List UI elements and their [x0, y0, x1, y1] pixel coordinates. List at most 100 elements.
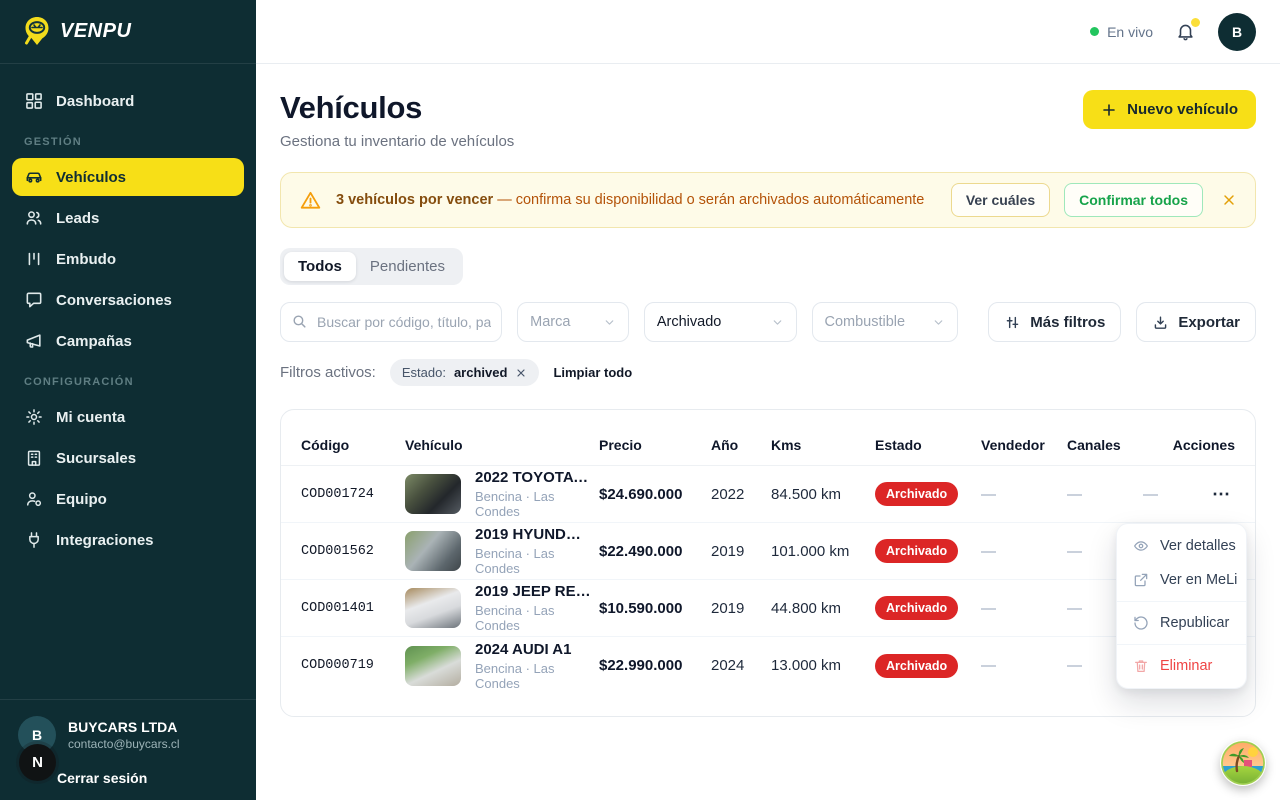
funnel-bars-icon	[24, 249, 44, 269]
col-vendedor: Vendedor	[981, 437, 1059, 453]
vehicle-seller: —	[981, 657, 1059, 674]
brand-select-value: Marca	[530, 314, 570, 330]
sidebar-item-campanas[interactable]: Campañas	[12, 322, 244, 360]
sidebar-item-label: Dashboard	[56, 93, 134, 110]
remove-chip-button[interactable]	[515, 367, 527, 379]
sidebar-item-label: Vehículos	[56, 169, 126, 186]
row-actions-menu: Ver detalles Ver en MeLi Republicar	[1116, 523, 1247, 689]
sidebar-item-vehiculos[interactable]: Vehículos	[12, 158, 244, 196]
status-badge: Archivado	[875, 482, 958, 506]
vehicle-kms: 44.800 km	[771, 600, 867, 617]
sidebar-item-sucursales[interactable]: Sucursales	[12, 439, 244, 477]
vehicle-title: 2019 HYUNDAI SANTA FE 4X…	[475, 526, 591, 543]
venpu-pin-icon	[22, 15, 52, 49]
col-precio: Precio	[599, 437, 703, 453]
search-box	[280, 302, 502, 342]
table-row[interactable]: COD000719 2024 AUDI A1 Bencina · Las Con…	[281, 637, 1255, 694]
status-badge: Archivado	[875, 596, 958, 620]
alert-close-button[interactable]	[1217, 188, 1241, 212]
live-label: En vivo	[1107, 24, 1153, 40]
download-icon	[1152, 314, 1169, 331]
sidebar-item-integraciones[interactable]: Integraciones	[12, 521, 244, 559]
alert-title: 3 vehículos por vencer	[336, 192, 493, 208]
menu-item-eliminar[interactable]: Eliminar	[1117, 649, 1246, 683]
vehicle-thumbnail	[405, 646, 461, 686]
vehicle-year: 2019	[711, 600, 763, 617]
sidebar-item-mi-cuenta[interactable]: Mi cuenta	[12, 398, 244, 436]
col-acciones: Acciones	[1143, 437, 1235, 453]
new-vehicle-label: Nuevo vehículo	[1127, 101, 1238, 118]
live-status: En vivo	[1090, 24, 1153, 40]
chevron-down-icon	[932, 316, 945, 329]
vehicle-meta: Bencina · Las Condes	[475, 489, 591, 519]
vehicle-thumbnail	[405, 531, 461, 571]
vehicle-channels: —	[1067, 486, 1135, 503]
vehicle-thumbnail	[405, 474, 461, 514]
menu-item-republicar[interactable]: Republicar	[1117, 606, 1246, 640]
building-icon	[24, 448, 44, 468]
menu-item-label: Eliminar	[1160, 658, 1212, 674]
sidebar-section-configuracion: CONFIGURACIÓN	[24, 376, 232, 388]
fuel-select[interactable]: Combustible	[812, 302, 959, 342]
warning-triangle-icon	[299, 189, 322, 212]
sidebar-item-dashboard[interactable]: Dashboard	[12, 82, 244, 120]
user-avatar[interactable]: B	[1218, 13, 1256, 51]
tab-pendientes[interactable]: Pendientes	[356, 252, 459, 281]
notification-badge	[1191, 18, 1200, 27]
table-row[interactable]: COD001401 2019 JEEP RENEGADE SPOR… Benci…	[281, 580, 1255, 637]
chevron-down-icon	[771, 316, 784, 329]
account-name: BUYCARS LTDA	[68, 719, 180, 735]
menu-item-ver-detalles[interactable]: Ver detalles	[1117, 529, 1246, 563]
beach-widget-button[interactable]	[1220, 740, 1266, 786]
sidebar-section-gestion: GESTIÓN	[24, 136, 232, 148]
new-vehicle-button[interactable]: Nuevo vehículo	[1083, 90, 1256, 129]
plus-icon	[1101, 102, 1117, 118]
vehicle-seller: —	[981, 486, 1059, 503]
vehicle-title: 2024 AUDI A1	[475, 641, 591, 658]
export-button[interactable]: Exportar	[1136, 302, 1256, 342]
app-window: VENPU Dashboard GESTIÓN Vehículos L	[0, 0, 1280, 800]
vehicles-table: Código Vehículo Precio Año Kms Estado Ve…	[280, 409, 1256, 717]
brand-select[interactable]: Marca	[517, 302, 629, 342]
sidebar-item-embudo[interactable]: Embudo	[12, 240, 244, 278]
sidebar-item-leads[interactable]: Leads	[12, 199, 244, 237]
fuel-select-value: Combustible	[825, 314, 906, 330]
more-filters-button[interactable]: Más filtros	[988, 302, 1121, 342]
sidebar-item-label: Integraciones	[56, 532, 154, 549]
external-link-icon	[1133, 572, 1149, 588]
sidebar-item-equipo[interactable]: Equipo	[12, 480, 244, 518]
brand-name: VENPU	[60, 20, 131, 43]
rotate-ccw-icon	[1133, 615, 1149, 631]
vehicle-price: $24.690.000	[599, 486, 703, 503]
status-filter-chip: Estado: archived	[390, 359, 540, 386]
notifications-button[interactable]	[1175, 21, 1196, 42]
search-input[interactable]	[280, 302, 502, 342]
list-tabs: Todos Pendientes	[280, 248, 463, 285]
more-filters-label: Más filtros	[1030, 314, 1105, 331]
active-filters-row: Filtros activos: Estado: archived Limpia…	[280, 359, 1256, 386]
account-summary[interactable]: B BUYCARS LTDA contacto@buycars.cl	[18, 716, 238, 754]
brand-logo[interactable]: VENPU	[0, 0, 256, 64]
page-title: Vehículos	[280, 90, 514, 126]
see-which-button[interactable]: Ver cuáles	[951, 183, 1050, 217]
car-icon	[24, 167, 44, 187]
sidebar-item-label: Conversaciones	[56, 292, 172, 309]
sidebar-item-label: Embudo	[56, 251, 116, 268]
menu-item-ver-en-meli[interactable]: Ver en MeLi	[1117, 563, 1246, 597]
chip-value: archived	[454, 365, 507, 380]
menu-item-label: Ver en MeLi	[1160, 572, 1237, 588]
page-content: Vehículos Gestiona tu inventario de vehí…	[256, 64, 1280, 800]
vehicle-meta: Bencina · Las Condes	[475, 546, 591, 576]
table-row[interactable]: COD001724 2022 TOYOTA FORTUNER 2.7 Benci…	[281, 466, 1255, 523]
table-row[interactable]: COD001562 2019 HYUNDAI SANTA FE 4X… Benc…	[281, 523, 1255, 580]
status-select[interactable]: Archivado	[644, 302, 797, 342]
tab-todos[interactable]: Todos	[284, 252, 356, 281]
status-badge: Archivado	[875, 539, 958, 563]
clear-all-button[interactable]: Limpiar todo	[553, 365, 632, 380]
status-badge: Archivado	[875, 654, 958, 678]
sidebar-item-conversaciones[interactable]: Conversaciones	[12, 281, 244, 319]
page-subtitle: Gestiona tu inventario de vehículos	[280, 133, 514, 150]
row-actions-button[interactable]: ⋯	[1208, 481, 1235, 507]
col-ano: Año	[711, 437, 763, 453]
confirm-all-button[interactable]: Confirmar todos	[1064, 183, 1203, 217]
